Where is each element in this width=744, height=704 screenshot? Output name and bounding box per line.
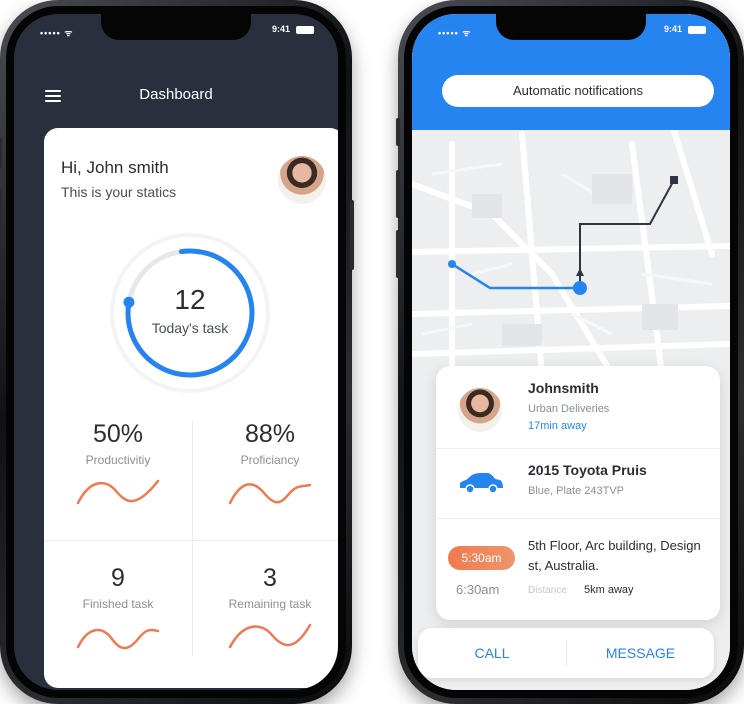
- mute-switch: [0, 138, 2, 168]
- volume-up-button: [396, 170, 400, 218]
- signal-icon: ••••• ᯤ: [438, 28, 472, 38]
- stat-proficiency: 88% Proficiancy: [196, 420, 338, 507]
- destination-address: 5th Floor, Arc building, Design st, Aust…: [528, 538, 701, 573]
- pickup-time-badge: 5:30am: [448, 546, 515, 570]
- stat-value: 9: [111, 564, 125, 592]
- sparkline: [228, 623, 312, 649]
- greeting-subtitle: This is your statics: [61, 184, 177, 200]
- stat-remaining: 3 Remaining task: [196, 564, 338, 651]
- task-progress-ring: 12 Today's task: [109, 232, 271, 394]
- task-label: Today's task: [151, 320, 229, 336]
- driver-name: Johnsmith: [528, 380, 599, 396]
- stat-productivity: 50% Productivitiy: [44, 420, 192, 507]
- car-model: 2015 Toyota Pruis: [528, 462, 647, 478]
- driver-eta: 17min away: [528, 420, 587, 432]
- message-button[interactable]: MESSAGE: [567, 628, 714, 678]
- tracking-screen: ••••• ᯤ 9:41 Automatic notifications Joh…: [412, 14, 730, 690]
- pickup-time: 5:30am: [461, 551, 502, 565]
- notification-pill[interactable]: Automatic notifications: [442, 75, 714, 107]
- header-bar: ••••• ᯤ 9:41 Automatic notifications: [412, 14, 730, 130]
- mute-switch: [396, 118, 400, 146]
- stat-finished: 9 Finished task: [44, 564, 192, 651]
- stat-value: 50%: [92, 420, 144, 448]
- stat-label: Remaining task: [228, 597, 312, 611]
- page-title: Dashboard: [139, 86, 213, 103]
- power-button: [350, 200, 354, 270]
- stats-horizontal-divider: [44, 540, 338, 541]
- dashboard-phone: ••••• ᯤ 9:41 Dashboard Hi, John smith Th…: [0, 0, 354, 704]
- stat-value: 3: [263, 564, 277, 592]
- action-bar: CALL MESSAGE: [418, 628, 714, 678]
- battery-icon: [688, 26, 706, 34]
- distance-label: Distance: [528, 585, 567, 596]
- notch: [496, 14, 646, 40]
- volume-up-button: [0, 190, 2, 238]
- call-button[interactable]: CALL: [418, 628, 566, 678]
- row-divider: [436, 518, 720, 519]
- battery-icon: [296, 26, 314, 34]
- tracking-phone: ••••• ᯤ 9:41 Automatic notifications Joh…: [396, 0, 744, 704]
- stat-label: Proficiancy: [240, 453, 300, 467]
- row-divider: [436, 448, 720, 449]
- driver-avatar[interactable]: [458, 388, 502, 432]
- stats-card: Hi, John smith This is your statics 12 T…: [44, 128, 338, 688]
- driver-company: Urban Deliveries: [528, 403, 610, 415]
- notch: [101, 14, 251, 40]
- signal-icon: ••••• ᯤ: [40, 28, 74, 38]
- status-time: 9:41: [271, 24, 290, 34]
- stat-value: 88%: [244, 420, 296, 448]
- car-description: Blue, Plate 243TVP: [528, 485, 625, 497]
- greeting-title: Hi, John smith: [61, 158, 169, 177]
- sparkline: [76, 479, 160, 505]
- distance-value: 5km away: [584, 584, 634, 596]
- status-time: 9:41: [663, 24, 682, 34]
- stats-vertical-divider: [192, 420, 193, 656]
- sparkline: [76, 628, 160, 650]
- user-avatar[interactable]: [278, 156, 326, 204]
- stat-label: Productivitiy: [85, 453, 151, 467]
- sparkline: [228, 483, 312, 505]
- car-icon: [460, 473, 503, 494]
- volume-down-button: [396, 230, 400, 278]
- dropoff-time: 6:30am: [456, 582, 500, 597]
- trip-info-card: Johnsmith Urban Deliveries 17min away 20…: [436, 366, 720, 620]
- task-count: 12: [174, 284, 206, 315]
- dashboard-screen: ••••• ᯤ 9:41 Dashboard Hi, John smith Th…: [14, 14, 338, 690]
- stat-label: Finished task: [82, 597, 154, 611]
